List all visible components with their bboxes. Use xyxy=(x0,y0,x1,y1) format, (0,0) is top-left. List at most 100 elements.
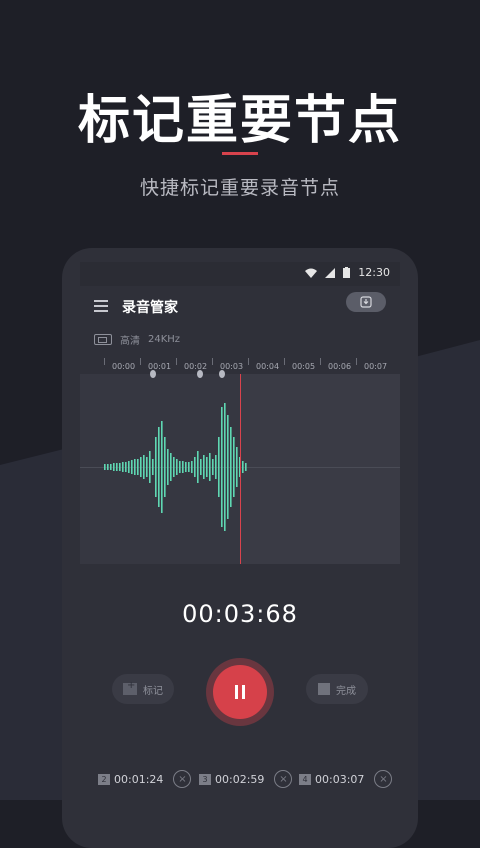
quality-label: 高清 xyxy=(120,336,140,347)
timeline-ruler: 00:00 00:01 00:02 00:03 00:04 00:05 00:0… xyxy=(80,358,400,374)
mark-time: 00:03:07 xyxy=(315,772,365,786)
tick-label: 00:07 xyxy=(364,362,388,371)
flag-plus-icon xyxy=(123,680,137,695)
waveform-bar xyxy=(212,459,214,475)
mark-pin[interactable] xyxy=(197,370,203,378)
waveform-bar xyxy=(113,463,115,471)
mark-pin[interactable] xyxy=(219,370,225,378)
waveform-bar xyxy=(218,437,220,497)
mark-time: 00:02:59 xyxy=(215,772,265,786)
elapsed-time: 00:03:68 xyxy=(182,600,298,628)
waveform-bar xyxy=(176,459,178,475)
waveform-bar xyxy=(230,427,232,507)
done-button[interactable]: 完成 xyxy=(306,674,368,704)
waveform-bar xyxy=(116,463,118,471)
waveform-bar xyxy=(137,459,139,475)
waveform-bar xyxy=(194,457,196,477)
status-icons: 12:30 xyxy=(305,266,390,279)
done-button-label: 完成 xyxy=(336,685,356,697)
pause-button[interactable] xyxy=(213,665,267,719)
waveform-bar xyxy=(185,462,187,472)
waveform-bar xyxy=(182,461,184,473)
app-title: 录音管家 xyxy=(122,300,178,316)
waveform-bar xyxy=(122,462,124,472)
marks-list: 2 00:01:24 × 3 00:02:59 × 4 00:03:07 × xyxy=(80,770,400,790)
waveform-bar xyxy=(140,457,142,477)
headline: 标记重要节点 xyxy=(77,90,402,151)
waveform-area[interactable] xyxy=(80,370,400,564)
waveform-bar xyxy=(227,415,229,519)
mark-time: 00:01:24 xyxy=(114,772,164,786)
pause-button-glow xyxy=(206,658,274,726)
signal-icon xyxy=(325,267,336,278)
flag-icon: 3 xyxy=(199,773,211,785)
tick-label: 00:00 xyxy=(112,362,136,371)
close-icon[interactable]: × xyxy=(374,770,393,788)
mark-item[interactable]: 3 00:02:59 × xyxy=(199,770,293,788)
waveform-bar xyxy=(155,437,157,497)
subheadline: 快捷标记重要录音节点 xyxy=(139,177,340,199)
tick xyxy=(176,358,177,365)
waveform-bar xyxy=(158,427,160,507)
tick xyxy=(212,358,213,365)
app-bar: 录音管家 xyxy=(80,286,400,330)
waveform-bar xyxy=(104,464,106,470)
waveform-bar xyxy=(173,457,175,477)
close-icon[interactable]: × xyxy=(173,770,192,788)
pause-icon-bar xyxy=(242,685,245,699)
tick xyxy=(356,358,357,365)
waveform-bar xyxy=(179,461,181,473)
waveform-bar xyxy=(233,437,235,497)
waveform-bar xyxy=(128,461,130,473)
battery-icon xyxy=(343,267,351,278)
stop-square-icon xyxy=(318,683,330,695)
waveform-bar xyxy=(221,407,223,527)
pause-icon-bar xyxy=(235,685,238,699)
waveform-bar xyxy=(170,453,172,481)
save-button[interactable] xyxy=(346,292,386,312)
status-time: 12:30 xyxy=(358,266,390,279)
tick xyxy=(140,358,141,365)
tick xyxy=(320,358,321,365)
waveform-bar xyxy=(125,462,127,472)
status-bar: 12:30 xyxy=(80,262,400,286)
mark-item[interactable]: 2 00:01:24 × xyxy=(98,770,192,788)
waveform-bar xyxy=(119,463,121,471)
mark-item[interactable]: 4 00:03:07 × xyxy=(299,770,393,788)
tape-icon xyxy=(94,334,112,345)
waveform-bar xyxy=(134,459,136,475)
tick-label: 00:06 xyxy=(328,362,352,371)
waveform-bar xyxy=(161,421,163,513)
tick xyxy=(284,358,285,365)
waveform-bar xyxy=(236,447,238,487)
mark-pin[interactable] xyxy=(150,370,156,378)
headline-divider xyxy=(222,152,258,155)
tick-label: 00:04 xyxy=(256,362,280,371)
waveform-bar xyxy=(107,464,109,470)
waveform-bar xyxy=(224,403,226,531)
flag-icon: 4 xyxy=(299,773,311,785)
waveform-bar xyxy=(143,455,145,479)
tick-label: 00:02 xyxy=(184,362,208,371)
quality-value: 24KHz xyxy=(148,334,181,345)
tick-label: 00:05 xyxy=(292,362,316,371)
close-icon[interactable]: × xyxy=(274,770,293,788)
flag-icon: 2 xyxy=(98,773,110,785)
waveform-bar xyxy=(152,459,154,475)
tick xyxy=(104,358,105,365)
quality-info: 高清 24KHz xyxy=(94,332,180,347)
waveform-bar xyxy=(164,437,166,497)
waveform-bar xyxy=(188,462,190,472)
download-icon xyxy=(360,296,372,308)
wifi-icon xyxy=(305,268,318,278)
mark-button[interactable]: 标记 xyxy=(112,674,174,704)
waveform-bar xyxy=(206,457,208,477)
menu-icon[interactable] xyxy=(94,300,108,312)
waveform-bar xyxy=(197,451,199,483)
playhead[interactable] xyxy=(240,374,241,564)
tick xyxy=(248,358,249,365)
waveform-bar xyxy=(245,463,247,471)
waveform-bar xyxy=(209,453,211,481)
waveform-bar xyxy=(131,460,133,474)
waveform-bar xyxy=(110,464,112,470)
